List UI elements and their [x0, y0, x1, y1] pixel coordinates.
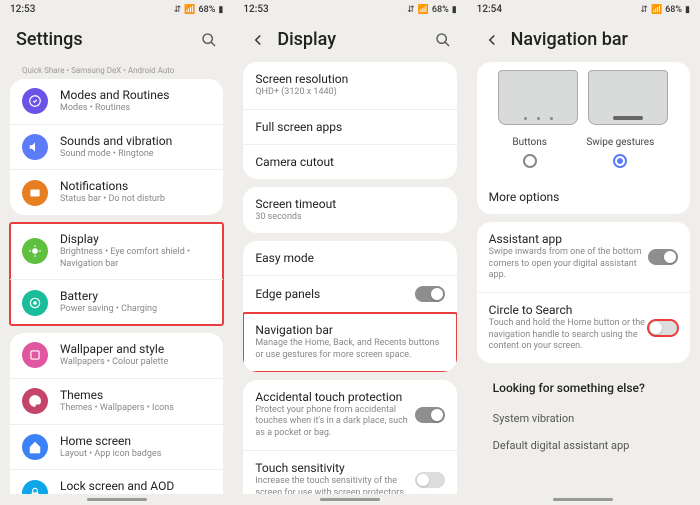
battery-icon: ▮: [685, 5, 690, 15]
item-modes[interactable]: Modes and RoutinesModes • Routines: [10, 79, 223, 125]
home-icon: [22, 434, 48, 460]
wifi-icon: ⇵: [640, 5, 648, 15]
home-indicator[interactable]: [553, 498, 613, 501]
header: Navigation bar: [467, 19, 700, 62]
status-bar: 12:53 ⇵📶68%▮: [233, 0, 466, 19]
search-icon[interactable]: [435, 32, 451, 48]
item-cutout[interactable]: Camera cutout: [243, 145, 456, 179]
nav-options: Buttons Swipe gestures: [477, 129, 690, 180]
item-resolution[interactable]: Screen resolutionQHD+ (3120 x 1440): [243, 62, 456, 110]
circle-toggle[interactable]: [648, 320, 678, 336]
wifi-icon: ⇵: [407, 5, 415, 15]
accidental-toggle[interactable]: [415, 407, 445, 423]
item-display[interactable]: DisplayBrightness • Eye comfort shield •…: [10, 223, 223, 280]
item-easy[interactable]: Easy mode: [243, 241, 456, 276]
home-indicator[interactable]: [320, 498, 380, 501]
settings-list: Quick Share • Samsung DeX • Android Auto…: [0, 62, 233, 494]
item-wallpaper[interactable]: Wallpaper and styleWallpapers • Colour p…: [10, 333, 223, 379]
item-sounds[interactable]: Sounds and vibrationSound mode • Rington…: [10, 125, 223, 171]
home-indicator[interactable]: [87, 498, 147, 501]
group-navigation: Easy mode Edge panels Navigation barMana…: [243, 241, 456, 371]
status-time: 12:54: [477, 4, 502, 15]
assistant-toggle[interactable]: [648, 249, 678, 265]
display-list: Screen resolutionQHD+ (3120 x 1440) Full…: [233, 62, 466, 494]
modes-icon: [22, 88, 48, 114]
item-edge[interactable]: Edge panels: [243, 276, 456, 313]
header: Display: [233, 19, 466, 62]
status-bar: 12:53 ⇵ 📶 68% ▮: [0, 0, 233, 19]
opt-buttons[interactable]: Buttons: [512, 137, 547, 168]
item-themes[interactable]: ThemesThemes • Wallpapers • Icons: [10, 379, 223, 425]
status-right: ⇵📶68%▮: [407, 5, 457, 15]
navbar-screen: 12:54 ⇵📶68%▮ Navigation bar Buttons Swip…: [467, 0, 700, 505]
notifications-icon: [22, 180, 48, 206]
back-icon[interactable]: [483, 31, 501, 49]
signal-icon: 📶: [651, 5, 662, 15]
group-display: DisplayBrightness • Eye comfort shield •…: [10, 223, 223, 325]
battery-icon: ▮: [218, 5, 223, 15]
settings-screen: 12:53 ⇵ 📶 68% ▮ Settings Quick Share • S…: [0, 0, 233, 505]
item-sensitivity[interactable]: Touch sensitivityIncrease the touch sens…: [243, 451, 456, 494]
looking-title: Looking for something else?: [493, 381, 674, 395]
page-title: Display: [277, 29, 434, 50]
preview-buttons[interactable]: [498, 70, 578, 125]
group-resolution: Screen resolutionQHD+ (3120 x 1440) Full…: [243, 62, 456, 179]
radio-buttons[interactable]: [523, 154, 537, 168]
display-icon: [22, 238, 48, 264]
battery-icon-item: [22, 290, 48, 316]
item-more[interactable]: More options: [477, 180, 690, 214]
status-time: 12:53: [243, 4, 268, 15]
signal-icon: 📶: [184, 5, 195, 15]
header: Settings: [0, 19, 233, 62]
item-homescreen[interactable]: Home screenLayout • App icon badges: [10, 425, 223, 471]
sensitivity-toggle[interactable]: [415, 472, 445, 488]
item-lockscreen[interactable]: Lock screen and AODScreen lock type • Al…: [10, 470, 223, 494]
page-title: Settings: [16, 29, 201, 50]
opt-gestures[interactable]: Swipe gestures: [586, 137, 654, 168]
group-modes: Modes and RoutinesModes • Routines Sound…: [10, 79, 223, 215]
item-battery[interactable]: BatteryPower saving • Charging: [10, 280, 223, 325]
search-icon[interactable]: [201, 32, 217, 48]
looking-assistant[interactable]: Default digital assistant app: [493, 432, 674, 459]
group-assistant: Assistant appSwipe inwards from one of t…: [477, 222, 690, 363]
radio-gestures[interactable]: [613, 154, 627, 168]
status-right: ⇵📶68%▮: [640, 5, 690, 15]
looking-section: Looking for something else? System vibra…: [477, 371, 690, 469]
group-touch: Accidental touch protectionProtect your …: [243, 380, 456, 494]
status-time: 12:53: [10, 4, 35, 15]
item-timeout[interactable]: Screen timeout30 seconds: [243, 187, 456, 234]
back-icon[interactable]: [249, 31, 267, 49]
item-navbar[interactable]: Navigation barManage the Home, Back, and…: [243, 313, 456, 371]
wifi-icon: ⇵: [174, 5, 182, 15]
item-notifications[interactable]: NotificationsStatus bar • Do not disturb: [10, 170, 223, 215]
group-wallpaper: Wallpaper and styleWallpapers • Colour p…: [10, 333, 223, 494]
item-accidental[interactable]: Accidental touch protectionProtect your …: [243, 380, 456, 451]
edge-toggle[interactable]: [415, 286, 445, 302]
lock-icon: [22, 480, 48, 494]
navbar-list: Buttons Swipe gestures More options Assi…: [467, 62, 700, 494]
wallpaper-icon: [22, 342, 48, 368]
page-title: Navigation bar: [511, 29, 684, 50]
nav-preview: [477, 62, 690, 129]
crumb-row: Quick Share • Samsung DeX • Android Auto: [10, 62, 223, 79]
preview-gestures[interactable]: [588, 70, 668, 125]
display-screen: 12:53 ⇵📶68%▮ Display Screen resolutionQH…: [233, 0, 466, 505]
status-bar: 12:54 ⇵📶68%▮: [467, 0, 700, 19]
group-timeout: Screen timeout30 seconds: [243, 187, 456, 234]
item-fullscreen[interactable]: Full screen apps: [243, 110, 456, 145]
sounds-icon: [22, 134, 48, 160]
nav-type-card: Buttons Swipe gestures More options: [477, 62, 690, 214]
signal-icon: 📶: [418, 5, 429, 15]
battery-pct: 68%: [199, 5, 216, 15]
battery-icon: ▮: [452, 5, 457, 15]
status-right: ⇵ 📶 68% ▮: [174, 5, 224, 15]
item-circle[interactable]: Circle to SearchTouch and hold the Home …: [477, 293, 690, 363]
themes-icon: [22, 388, 48, 414]
looking-vibration[interactable]: System vibration: [493, 405, 674, 432]
item-assistant[interactable]: Assistant appSwipe inwards from one of t…: [477, 222, 690, 293]
